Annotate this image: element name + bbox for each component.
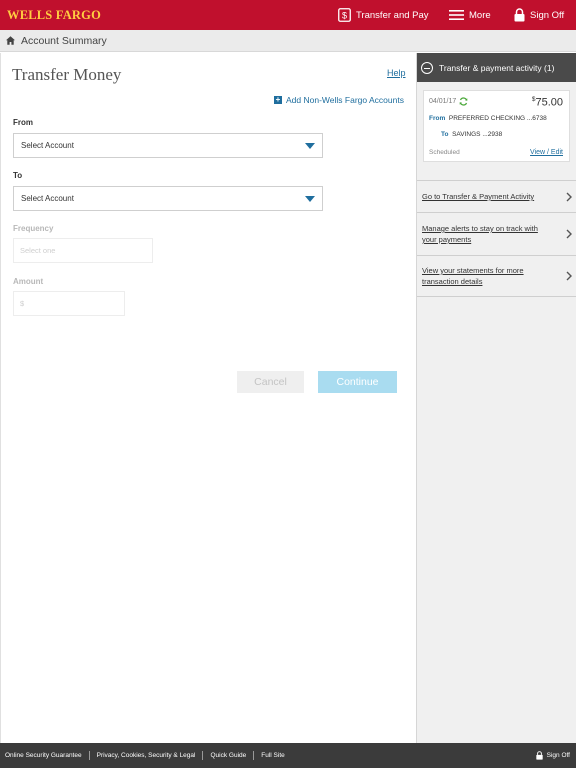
activity-from: From PREFERRED CHECKING ...6738: [429, 115, 547, 122]
cancel-button[interactable]: Cancel: [237, 371, 304, 393]
minus-circle-icon[interactable]: [421, 61, 433, 74]
footer-link-quick-guide[interactable]: Quick Guide: [203, 751, 255, 760]
activity-status: Scheduled: [429, 149, 460, 156]
recurring-icon: [459, 97, 468, 106]
divider: [417, 255, 576, 256]
caret-down-icon: [305, 143, 315, 149]
breadcrumb-account-summary[interactable]: Account Summary: [21, 35, 107, 47]
add-non-wells-fargo-accounts-link[interactable]: + Add Non-Wells Fargo Accounts: [274, 95, 404, 105]
top-bar: WELLS FARGO $ Transfer and Pay More Sign…: [0, 0, 576, 30]
hamburger-icon: [449, 10, 464, 20]
more-menu-button[interactable]: More: [449, 0, 491, 30]
footer: Online Security Guarantee Privacy, Cooki…: [0, 743, 576, 768]
activity-to-account: SAVINGS ...2938: [452, 131, 503, 138]
activity-sidebar: Transfer & payment activity (1) 04/01/17…: [416, 53, 576, 743]
divider: [417, 296, 576, 297]
from-label: From: [13, 118, 33, 127]
activity-to-tag: To: [441, 131, 449, 138]
activity-date-text: 04/01/17: [429, 98, 457, 105]
from-account-select[interactable]: Select Account: [13, 133, 323, 158]
add-non-wells-fargo-accounts-label: Add Non-Wells Fargo Accounts: [286, 95, 404, 105]
sign-off-button[interactable]: Sign Off: [514, 0, 564, 30]
chevron-right-icon: [566, 229, 572, 239]
sign-off-label: Sign Off: [530, 9, 565, 21]
caret-down-icon: [305, 196, 315, 202]
lock-icon: [514, 8, 525, 22]
activity-header[interactable]: Transfer & payment activity (1): [417, 53, 576, 82]
divider: [417, 180, 576, 181]
transfer-form-panel: Transfer Money Help + Add Non-Wells Farg…: [0, 53, 415, 743]
transfer-and-pay-label: Transfer and Pay: [356, 9, 429, 21]
activity-amount-value: 75.00: [535, 96, 563, 109]
amount-placeholder: $: [20, 299, 25, 308]
frequency-placeholder: Select one: [20, 246, 56, 255]
lock-icon: [535, 751, 543, 760]
wells-fargo-logo[interactable]: WELLS FARGO: [7, 8, 101, 23]
activity-amount: $75.00: [532, 96, 563, 109]
amount-input[interactable]: $: [13, 291, 125, 316]
footer-sign-off-label: Sign Off: [546, 752, 570, 759]
more-label: More: [469, 9, 491, 21]
to-account-select[interactable]: Select Account: [13, 186, 323, 211]
frequency-select[interactable]: Select one: [13, 238, 153, 263]
activity-card: 04/01/17 $75.00 From PREFERRED CHECKING …: [423, 90, 570, 162]
footer-sign-off-button[interactable]: Sign Off: [535, 743, 570, 768]
activity-date: 04/01/17: [429, 97, 468, 106]
footer-link-security-guarantee[interactable]: Online Security Guarantee: [5, 751, 90, 760]
amount-label: Amount: [13, 277, 44, 286]
from-account-value: Select Account: [21, 141, 74, 150]
to-account-value: Select Account: [21, 194, 74, 203]
chevron-right-icon: [566, 192, 572, 201]
help-link[interactable]: Help: [387, 68, 406, 78]
manage-alerts-link[interactable]: Manage alerts to stay on track with your…: [422, 223, 572, 245]
breadcrumb[interactable]: Account Summary: [0, 30, 576, 52]
plus-square-icon: +: [274, 95, 282, 104]
home-icon: [6, 36, 15, 45]
svg-text:$: $: [342, 11, 347, 21]
activity-to: To SAVINGS ...2938: [441, 131, 502, 138]
transfer-and-pay-button[interactable]: $ Transfer and Pay: [338, 0, 429, 30]
page-title: Transfer Money: [12, 65, 122, 84]
activity-from-tag: From: [429, 115, 446, 122]
continue-button[interactable]: Continue: [318, 371, 397, 393]
manage-alerts-label: Manage alerts to stay on track with your…: [422, 224, 538, 244]
footer-link-privacy[interactable]: Privacy, Cookies, Security & Legal: [90, 751, 204, 760]
activity-from-account: PREFERRED CHECKING ...6738: [448, 115, 547, 122]
dollar-card-icon: $: [338, 8, 351, 22]
frequency-label: Frequency: [13, 224, 54, 233]
go-to-activity-label: Go to Transfer & Payment Activity: [422, 192, 535, 201]
view-edit-link[interactable]: View / Edit: [530, 149, 563, 156]
view-statements-link[interactable]: View your statements for more transactio…: [422, 265, 572, 287]
view-statements-label: View your statements for more transactio…: [422, 266, 524, 286]
go-to-activity-link[interactable]: Go to Transfer & Payment Activity: [422, 191, 572, 202]
activity-header-label: Transfer & payment activity (1): [439, 62, 555, 73]
divider: [417, 212, 576, 213]
to-label: To: [13, 171, 23, 180]
chevron-right-icon: [566, 271, 572, 281]
footer-link-full-site[interactable]: Full Site: [254, 751, 291, 760]
